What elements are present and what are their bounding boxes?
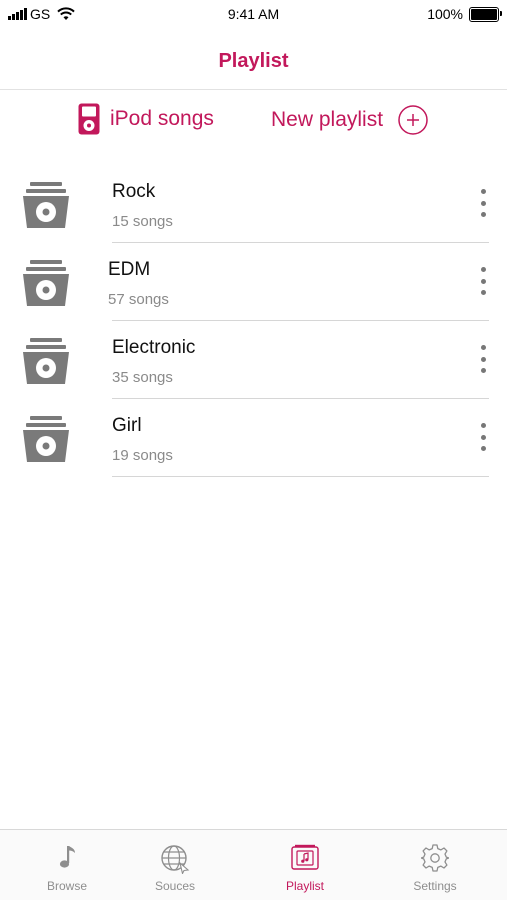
more-options-icon[interactable] <box>473 267 493 295</box>
music-note-icon <box>59 846 75 868</box>
add-circle-icon <box>398 105 428 135</box>
playlist-item-edm[interactable]: EDM 57 songs <box>0 243 507 321</box>
battery-percent: 100% <box>427 6 463 22</box>
playlist-title: Rock <box>112 181 156 202</box>
playlist-song-count: 35 songs <box>112 369 173 386</box>
tab-playlist-label: Playlist <box>285 879 324 893</box>
playlist-icon <box>291 844 319 870</box>
more-options-icon[interactable] <box>473 423 493 451</box>
playlist-item-girl[interactable]: Girl 19 songs <box>0 399 507 477</box>
tab-sources-label: Souces <box>154 879 196 893</box>
new-playlist-button[interactable]: New playlist <box>271 105 428 135</box>
ipod-songs-label: iPod songs <box>110 107 214 130</box>
playlist-song-count: 57 songs <box>108 291 169 308</box>
status-bar: GS 9:41 AM 100% <box>0 0 507 30</box>
ipod-songs-button[interactable]: iPod songs <box>78 103 214 135</box>
gear-icon <box>421 844 449 872</box>
tab-settings-label: Settings <box>413 879 457 893</box>
ipod-icon <box>78 103 100 135</box>
battery-icon <box>469 6 502 22</box>
tab-playlist[interactable]: Playlist <box>255 830 355 900</box>
playlist-title: EDM <box>108 259 151 280</box>
playlist-song-count: 19 songs <box>112 447 173 464</box>
page-title: Playlist <box>218 50 289 72</box>
album-stack-icon <box>23 260 69 306</box>
tab-sources[interactable]: Souces <box>125 830 225 900</box>
new-playlist-label: New playlist <box>271 108 384 131</box>
album-stack-icon <box>23 338 69 384</box>
album-stack-icon <box>23 182 69 228</box>
tab-bar: Browse Souces Playlist Settings <box>0 829 507 900</box>
globe-icon <box>161 845 190 874</box>
playlist-song-count: 15 songs <box>112 213 173 230</box>
tab-browse-label: Browse <box>46 879 87 893</box>
status-right: 100% <box>427 6 502 22</box>
playlist-item-electronic[interactable]: Electronic 35 songs <box>0 321 507 399</box>
tab-browse[interactable]: Browse <box>17 830 117 900</box>
playlist-title: Electronic <box>112 337 196 358</box>
album-stack-icon <box>23 416 69 462</box>
more-options-icon[interactable] <box>473 189 493 217</box>
playlist-title: Girl <box>112 415 142 436</box>
playlist-item-rock[interactable]: Rock 15 songs <box>0 165 507 243</box>
tab-settings[interactable]: Settings <box>385 830 485 900</box>
more-options-icon[interactable] <box>473 345 493 373</box>
nav-divider <box>0 89 507 90</box>
row-divider <box>112 476 489 477</box>
